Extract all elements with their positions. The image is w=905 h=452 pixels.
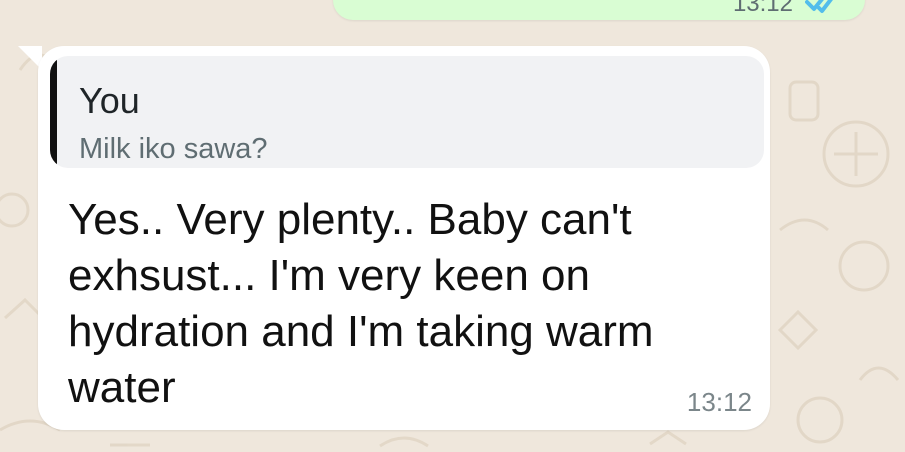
sent-message-time: 13:12 [732,0,793,17]
message-line: exhsust... I'm very keen on [68,251,590,300]
message-line: water [68,363,176,412]
message-time: 13:12 [686,387,752,417]
message-text: Yes.. Very plenty.. Baby can't exhsust..… [68,192,758,416]
quoted-message-text: Milk iko sawa? [79,133,268,165]
double-check-read-icon [805,0,833,13]
message-line: hydration and I'm taking warm [68,307,654,356]
quoted-reply[interactable]: You Milk iko sawa? [50,56,764,168]
quote-accent-bar [50,56,57,168]
previous-sent-message[interactable]: 13:12 [333,0,865,20]
incoming-message-bubble[interactable]: You Milk iko sawa? Yes.. Very plenty.. B… [38,46,770,430]
quoted-author: You [79,80,140,121]
message-line: Yes.. Very plenty.. Baby can't [68,195,632,244]
